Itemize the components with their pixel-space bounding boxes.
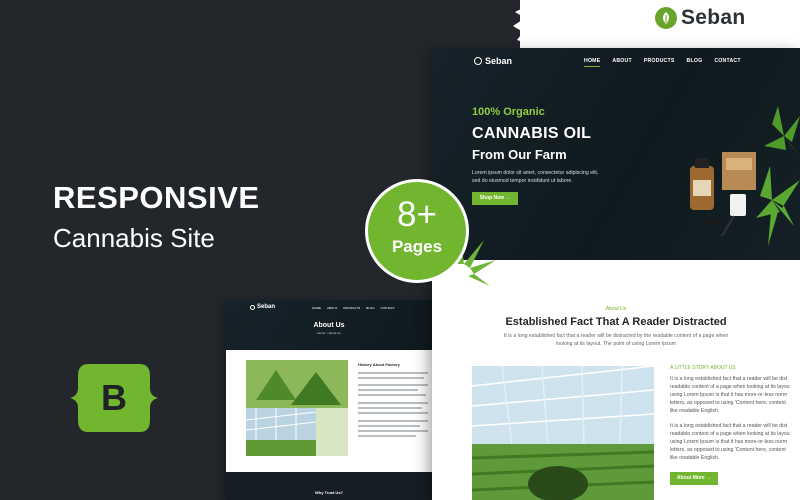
nav-about[interactable]: ABOUT — [612, 58, 631, 67]
why-trust-section — [226, 472, 432, 500]
leaf-icon — [655, 7, 677, 29]
text-line — [358, 407, 422, 409]
cannabis-products-image — [690, 106, 800, 246]
headline-main: RESPONSIVE — [53, 180, 260, 215]
text-line — [358, 402, 428, 404]
about-title: Established Fact That A Reader Distracte… — [505, 316, 727, 328]
nav-home[interactable]: HOME — [584, 58, 601, 67]
hero-title: CANNABIS OIL — [472, 125, 592, 142]
text-line — [358, 384, 428, 386]
text-line — [358, 412, 428, 414]
about-desc-2: looking at its layout. The point of usin… — [556, 341, 676, 347]
about-nav: HOME ABOUT PRODUCTS BLOG CONTACT — [312, 306, 395, 310]
pages-count: 8+ — [397, 195, 437, 234]
hero-desc-1: Lorem ipsum dolor sit amet, consectetur … — [472, 170, 599, 176]
logo-icon — [250, 304, 255, 310]
shop-now-button[interactable]: Shop Now → — [472, 192, 518, 205]
story-text: readable content of a page when looking … — [670, 431, 790, 437]
story-text: like readable English. — [670, 408, 720, 414]
about-more-button[interactable]: About More → — [670, 472, 718, 485]
about-desc-1: It is a long established fact that a rea… — [503, 333, 729, 339]
story-text: readable content of a page when looking … — [670, 384, 790, 390]
story-heading: A LITTLE STORY ABOUT US — [670, 365, 736, 371]
nav-products[interactable]: PRODUCTS — [343, 306, 360, 310]
nav-contact[interactable]: CONTACT — [714, 58, 740, 67]
bootstrap-letter: B — [101, 377, 127, 418]
nav-about[interactable]: ABOUT — [327, 306, 337, 310]
nav-contact[interactable]: CONTACT — [381, 306, 395, 310]
story-text: letters, as opposed to using 'Content he… — [670, 400, 786, 406]
hero-tagline: 100% Organic — [472, 106, 545, 118]
text-line — [358, 389, 418, 391]
text-line — [358, 394, 426, 396]
logo-icon — [474, 57, 482, 65]
greenhouse-photo — [472, 366, 654, 500]
bootstrap-icon: B — [70, 364, 158, 432]
why-trust-title: Why Trust Us? — [314, 490, 343, 495]
about-logo: Seban — [250, 304, 275, 310]
breadcrumb: Home > About Us — [317, 331, 341, 335]
plant-photo — [246, 360, 348, 456]
nav-blog[interactable]: BLOG — [366, 306, 374, 310]
hero-desc-2: sed do eiusmod tempor incididunt ut labo… — [472, 178, 573, 184]
about-tag: About Us — [605, 306, 627, 312]
text-line — [358, 425, 420, 427]
brand-logo-group: Seban — [655, 6, 746, 30]
main-nav: HOME ABOUT PRODUCTS BLOG CONTACT — [584, 58, 741, 67]
text-line — [358, 372, 428, 374]
headline-sub: Cannabis Site — [53, 223, 215, 253]
story-text: It is a long established fact that a rea… — [670, 423, 788, 429]
text-line — [358, 377, 424, 379]
story-text: It is a long established fact that a rea… — [670, 376, 788, 382]
brand-name: Seban — [681, 6, 746, 29]
history-heading: History About Factory — [358, 362, 400, 367]
text-line — [358, 420, 428, 422]
nav-home[interactable]: HOME — [312, 306, 321, 310]
hero-section: Seban HOME ABOUT PRODUCTS BLOG CONTACT 1… — [432, 48, 800, 260]
pages-badge: 8+ Pages — [365, 179, 469, 283]
nav-products[interactable]: PRODUCTS — [644, 58, 675, 67]
text-line — [358, 430, 428, 432]
story-text: using Lorem Ipsum is that it has more-or… — [670, 439, 788, 445]
story-text: letters, as opposed to using 'Content he… — [670, 447, 786, 453]
site-logo[interactable]: Seban — [474, 56, 512, 66]
story-text: like readable English. — [670, 455, 720, 461]
story-text: using Lorem Ipsum is that it has more-or… — [670, 392, 788, 398]
about-page-preview: Seban HOME ABOUT PRODUCTS BLOG CONTACT A… — [226, 300, 432, 500]
hero-subtitle: From Our Farm — [472, 147, 567, 162]
text-line — [358, 435, 416, 437]
about-page-title: About Us — [313, 322, 345, 329]
nav-blog[interactable]: BLOG — [687, 58, 703, 67]
pages-label: Pages — [391, 237, 443, 256]
